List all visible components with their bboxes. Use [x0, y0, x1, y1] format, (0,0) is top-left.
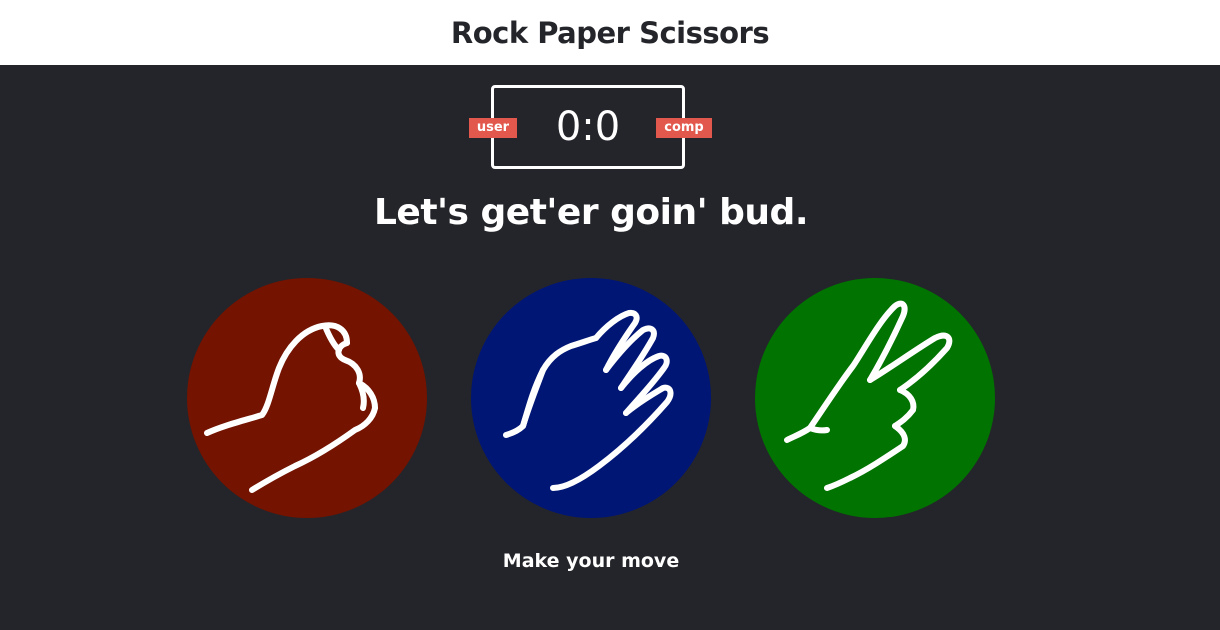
comp-label: comp	[656, 118, 712, 138]
scissors-button[interactable]	[755, 278, 995, 518]
paper-button[interactable]	[471, 278, 711, 518]
scoreboard: user 0:0 comp	[469, 85, 712, 169]
score-display: 0:0	[555, 104, 621, 150]
action-message: Make your move	[502, 550, 680, 572]
page-title: Rock Paper Scissors	[450, 15, 770, 50]
app-header: Rock Paper Scissors	[0, 0, 1220, 65]
rock-button[interactable]	[187, 278, 427, 518]
open-hand-icon	[471, 278, 711, 518]
fist-icon	[187, 278, 427, 518]
peace-hand-icon	[755, 278, 995, 518]
result-message: Let's get'er goin' bud.	[373, 192, 809, 233]
